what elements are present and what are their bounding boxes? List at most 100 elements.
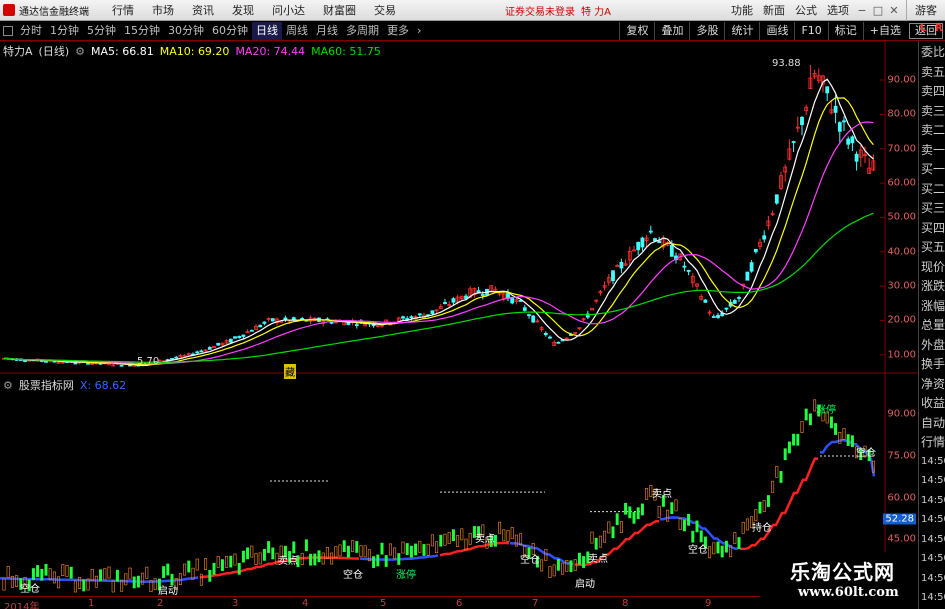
side-panel-item[interactable]: 买四 [921,221,945,235]
date-axis-label: 2014年 [4,602,40,609]
indicator-bar [834,423,838,435]
ma10-line [3,97,874,366]
candle-body [749,262,754,272]
candle-body [850,136,855,144]
side-panel-item[interactable]: 净资 [921,377,945,391]
side-head-l[interactable]: L [920,23,926,34]
indicator-bar [73,580,77,593]
indicator-bar [136,575,140,588]
candle-body [543,332,548,336]
candle-body [833,105,838,113]
indicator-gear-icon[interactable]: ⚙ [3,379,13,392]
side-panel-item[interactable]: 涨幅 [921,299,945,313]
side-panel-item[interactable]: 买三 [921,201,945,215]
candle-body [174,356,179,359]
indicator-bar [766,495,770,507]
side-panel-item[interactable]: 卖三 [921,104,945,118]
candle-body [56,361,61,364]
indicator-bar [267,541,271,553]
indicator-bar [804,408,808,421]
candle-body [237,336,242,338]
indicator-bar [687,513,691,526]
candle-body [800,116,804,125]
symbol-name[interactable]: 特力A [3,43,33,59]
indicator-bar [733,532,737,544]
side-panel-item[interactable]: 收益 [921,396,945,410]
candle-body [522,307,527,311]
indicator-axis-tick: 60.00 [887,492,916,504]
side-panel-item[interactable]: 外盘 [921,338,945,352]
indicator-bar [695,520,699,533]
side-panel-item[interactable]: 行情 [921,435,945,449]
indicator-bar [783,448,787,461]
indicator-bar [552,564,556,577]
side-panel-item[interactable]: 14:50 [921,591,945,605]
main-chart-title: 特力A (日线) ⚙ MA5: 66.81 MA10: 69.20 MA20: … [3,43,381,59]
side-panel-item[interactable]: 14:50 [921,533,945,547]
side-panel-item[interactable]: 委比 [921,45,945,59]
candle-body [669,244,674,257]
side-panel-item[interactable]: 自动 [921,416,945,430]
indicator-bar [737,537,741,549]
candle-body [270,318,275,322]
ma20-line [3,121,874,365]
candle-body [73,362,78,365]
indicator-bar [603,530,607,543]
ma60-label: MA60: 51.75 [311,44,381,58]
indicator-bar [401,541,405,554]
candle-body [233,336,237,339]
indicator-name[interactable]: 股票指标网 [19,377,74,393]
indicator-bar [762,500,766,512]
indicator-bar [309,553,313,566]
side-panel-item[interactable]: 14:50 [921,572,945,586]
indicator-bar [422,544,426,556]
side-panel-item[interactable]: 卖四 [921,84,945,98]
side-panel-item[interactable]: 14:50 [921,474,945,488]
indicator-bar [611,526,615,539]
candle-body [262,321,267,324]
side-panel-item[interactable]: 14:50 [921,455,945,469]
indicator-bar [724,540,728,553]
watermark-url: www.60lt.com [798,585,899,600]
date-axis-label: 2 [157,598,164,609]
side-head-r[interactable]: R [935,23,943,34]
indicator-bar [779,471,783,483]
indicator-bar [842,428,846,440]
indicator-bar [162,566,166,578]
kline-chart[interactable] [0,0,918,596]
indicator-bar [598,535,602,548]
side-panel-item[interactable]: 总量 [921,318,945,332]
indicator-bar [397,553,401,565]
indicator-bar [271,547,275,560]
indicator-bar [796,433,800,446]
side-panel-item[interactable]: 换手 [921,357,945,371]
indicator-bar [103,568,107,581]
side-panel-item[interactable]: 买二 [921,182,945,196]
signal-maidian-2: 卖点 [475,534,495,545]
indicator-bar [678,518,682,530]
side-panel-item[interactable]: 卖二 [921,123,945,137]
indicator-axis-tick: 45.00 [887,533,916,545]
indicator-axis: 90.0075.0060.0045.0030.0052.28 [883,0,918,596]
indicator-bar [363,545,367,558]
event-marker[interactable]: 藏 [284,364,296,379]
settings-gear-icon[interactable]: ⚙ [75,45,85,58]
signal-kongcang-5: 空仓 [20,584,40,595]
indicator-bar [624,502,628,515]
indicator-bar [829,416,833,429]
side-panel-item[interactable]: 14:50 [921,494,945,508]
side-panel-item[interactable]: 买一 [921,162,945,176]
side-panel-item[interactable]: 买五 [921,240,945,254]
side-panel-item[interactable]: 14:50 [921,513,945,527]
signal-chicang: 持仓 [752,523,772,534]
side-panel-item[interactable]: 卖一 [921,143,945,157]
indicator-bar [388,543,392,556]
side-panel-item[interactable]: 涨跌 [921,279,945,293]
indicator-bar [460,528,464,541]
side-panel-item[interactable]: 现价 [921,260,945,274]
side-panel-item[interactable]: 卖五 [921,65,945,79]
indicator-bar [640,503,644,516]
indicator-bar [384,555,388,567]
signal-maidian-3: 卖点 [278,556,298,567]
side-panel-item[interactable]: 14:50 [921,552,945,566]
